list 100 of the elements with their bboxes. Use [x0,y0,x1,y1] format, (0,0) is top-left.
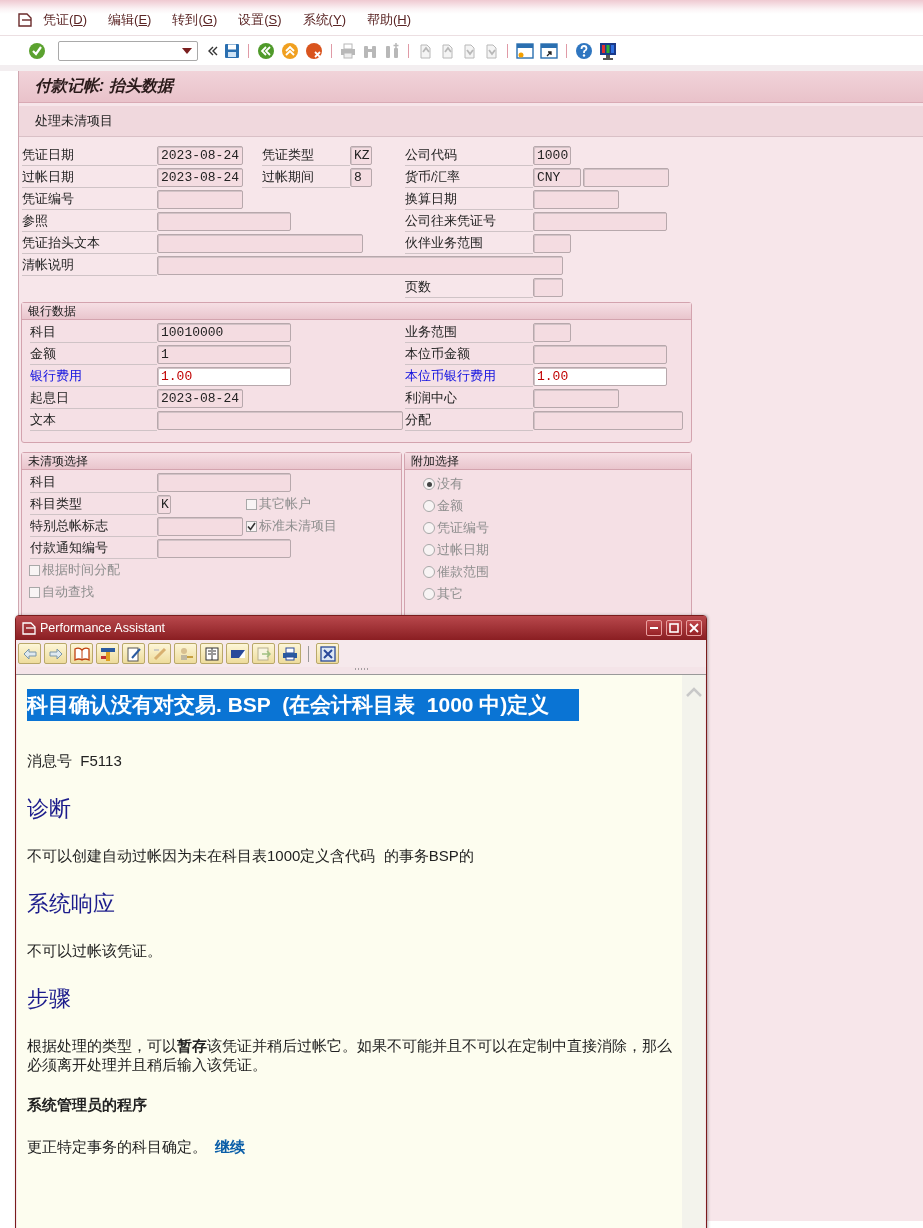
input-field[interactable]: K [157,495,171,514]
field-label: 页数 [405,277,533,298]
maximize-button[interactable] [666,620,682,636]
screen-title: 付款记帐: 抬头数据 [35,76,173,96]
command-field[interactable] [58,40,198,61]
scroll-up-icon [685,687,702,697]
input-field[interactable]: CNY [533,168,581,187]
exit-icon[interactable] [281,41,299,60]
resize-grip-icon[interactable] [353,667,369,671]
field-label: 分配 [405,410,533,431]
edit-icon [125,645,142,662]
input-field[interactable] [533,190,619,209]
document-arrow-icon [255,645,272,662]
previous-page-icon[interactable] [439,42,455,59]
toolbar-button[interactable] [316,643,339,664]
input-field[interactable] [533,278,563,297]
field-label: 参照 [22,211,157,232]
close-icon [319,645,336,662]
caret-icon [182,47,192,54]
cancel-icon[interactable] [305,41,323,60]
field-label: 本位币金额 [405,344,533,365]
save-icon[interactable] [224,42,240,59]
close-button[interactable] [686,620,702,636]
menu-item[interactable]: 系统(Y) [302,6,346,29]
toolbar-button[interactable] [278,643,301,664]
continue-link[interactable]: 继续 [215,1138,245,1155]
toolbar-button[interactable] [122,643,145,664]
field-label: 伙伴业务范围 [405,233,533,254]
minimize-button[interactable] [646,620,662,636]
input-field[interactable]: 8 [350,168,372,187]
field-label: 公司往来凭证号 [405,211,533,232]
shortcut-window-icon[interactable] [540,42,558,59]
input-field[interactable]: 1 [157,345,291,364]
input-field[interactable] [533,389,619,408]
message-title: 科目确认没有对交易. BSP (在会计科目表 1000 中)定义 [27,689,580,721]
pencil-icon [151,645,168,662]
scrollbar[interactable] [682,675,705,1228]
section-heading: 诊断 [27,795,72,823]
input-field[interactable] [157,539,291,558]
input-field[interactable] [157,517,243,536]
help-icon[interactable] [575,41,593,60]
menu-item[interactable]: 凭证(D) [43,6,88,29]
input-field[interactable]: 2023-08-24 [157,389,243,408]
field-label: 公司代码 [405,145,533,166]
field-label: 凭证日期 [22,145,157,166]
section-heading: 系统管理员的程序 [27,1096,148,1115]
input-field[interactable] [533,345,667,364]
field-label: 凭证编号 [22,189,157,210]
check-icon[interactable] [28,41,46,60]
input-field[interactable]: KZ [350,146,372,165]
new-window-icon[interactable] [516,42,534,59]
input-field[interactable]: 1000 [533,146,571,165]
last-page-icon[interactable] [483,42,499,59]
toolbar-button[interactable] [96,643,119,664]
toolbar-button[interactable] [226,643,249,664]
field-label: 凭证抬头文本 [22,233,157,254]
field-label: 本位币银行费用 [405,366,533,387]
input-field[interactable] [583,168,669,187]
menu-item[interactable]: 编辑(E) [108,6,152,29]
input-field[interactable] [533,411,683,430]
input-field[interactable] [157,473,291,492]
next-page-icon[interactable] [461,42,477,59]
input-field[interactable]: 10010000 [157,323,291,342]
window-title: Performance Assistant [40,621,167,635]
input-field[interactable] [157,234,363,253]
input-field[interactable] [157,190,243,209]
field-label: 过帐日期 [22,167,157,188]
close-icon [689,623,699,633]
input-field[interactable] [157,212,291,231]
window-icon [22,621,36,635]
field-label: 业务范围 [405,322,533,343]
input-field[interactable]: 2023-08-24 [157,168,243,187]
input-field[interactable] [157,411,403,430]
group-title: 附加选择 [405,453,691,470]
toolbar-button[interactable] [200,643,223,664]
input-field[interactable]: 2023-08-24 [157,146,243,165]
menu-item[interactable]: 设置(S) [238,6,282,29]
first-page-icon[interactable] [417,42,433,59]
printer-icon[interactable] [340,42,356,59]
menu-icon[interactable] [17,12,33,27]
back-icon[interactable] [257,41,275,60]
menu-item[interactable]: 转到(G) [172,6,218,29]
input-field[interactable] [533,212,667,231]
help-text: 根据处理的类型，可以暂存该凭证并稍后过帐它。如果不可能并且不可以在定制中直接消除，那么必须离开处理并且稍后输入该凭证。 [27,1036,672,1074]
help-text: 不可以创建自动过帐因为未在科目表1000定义含代码 的事务BSP的 [27,846,475,865]
double-chevron-icon[interactable] [208,45,218,56]
input-field[interactable]: 1.00 [533,367,667,386]
toolbar-button[interactable] [70,643,93,664]
input-field[interactable] [533,323,571,342]
book-icon [73,645,90,662]
help-text: 消息号 F5113 [27,751,123,770]
menu-item[interactable]: 帮助(H) [366,6,412,29]
input-field[interactable]: 1.00 [157,367,291,386]
group-title: 银行数据 [22,303,691,320]
input-field[interactable] [533,234,571,253]
input-field[interactable] [157,256,563,275]
field-label: 清帐说明 [22,255,157,276]
group-title: 未清项选择 [22,453,401,470]
toolbar-button[interactable]: 处理未清项目 [29,108,119,134]
monitor-icon[interactable] [599,41,617,60]
